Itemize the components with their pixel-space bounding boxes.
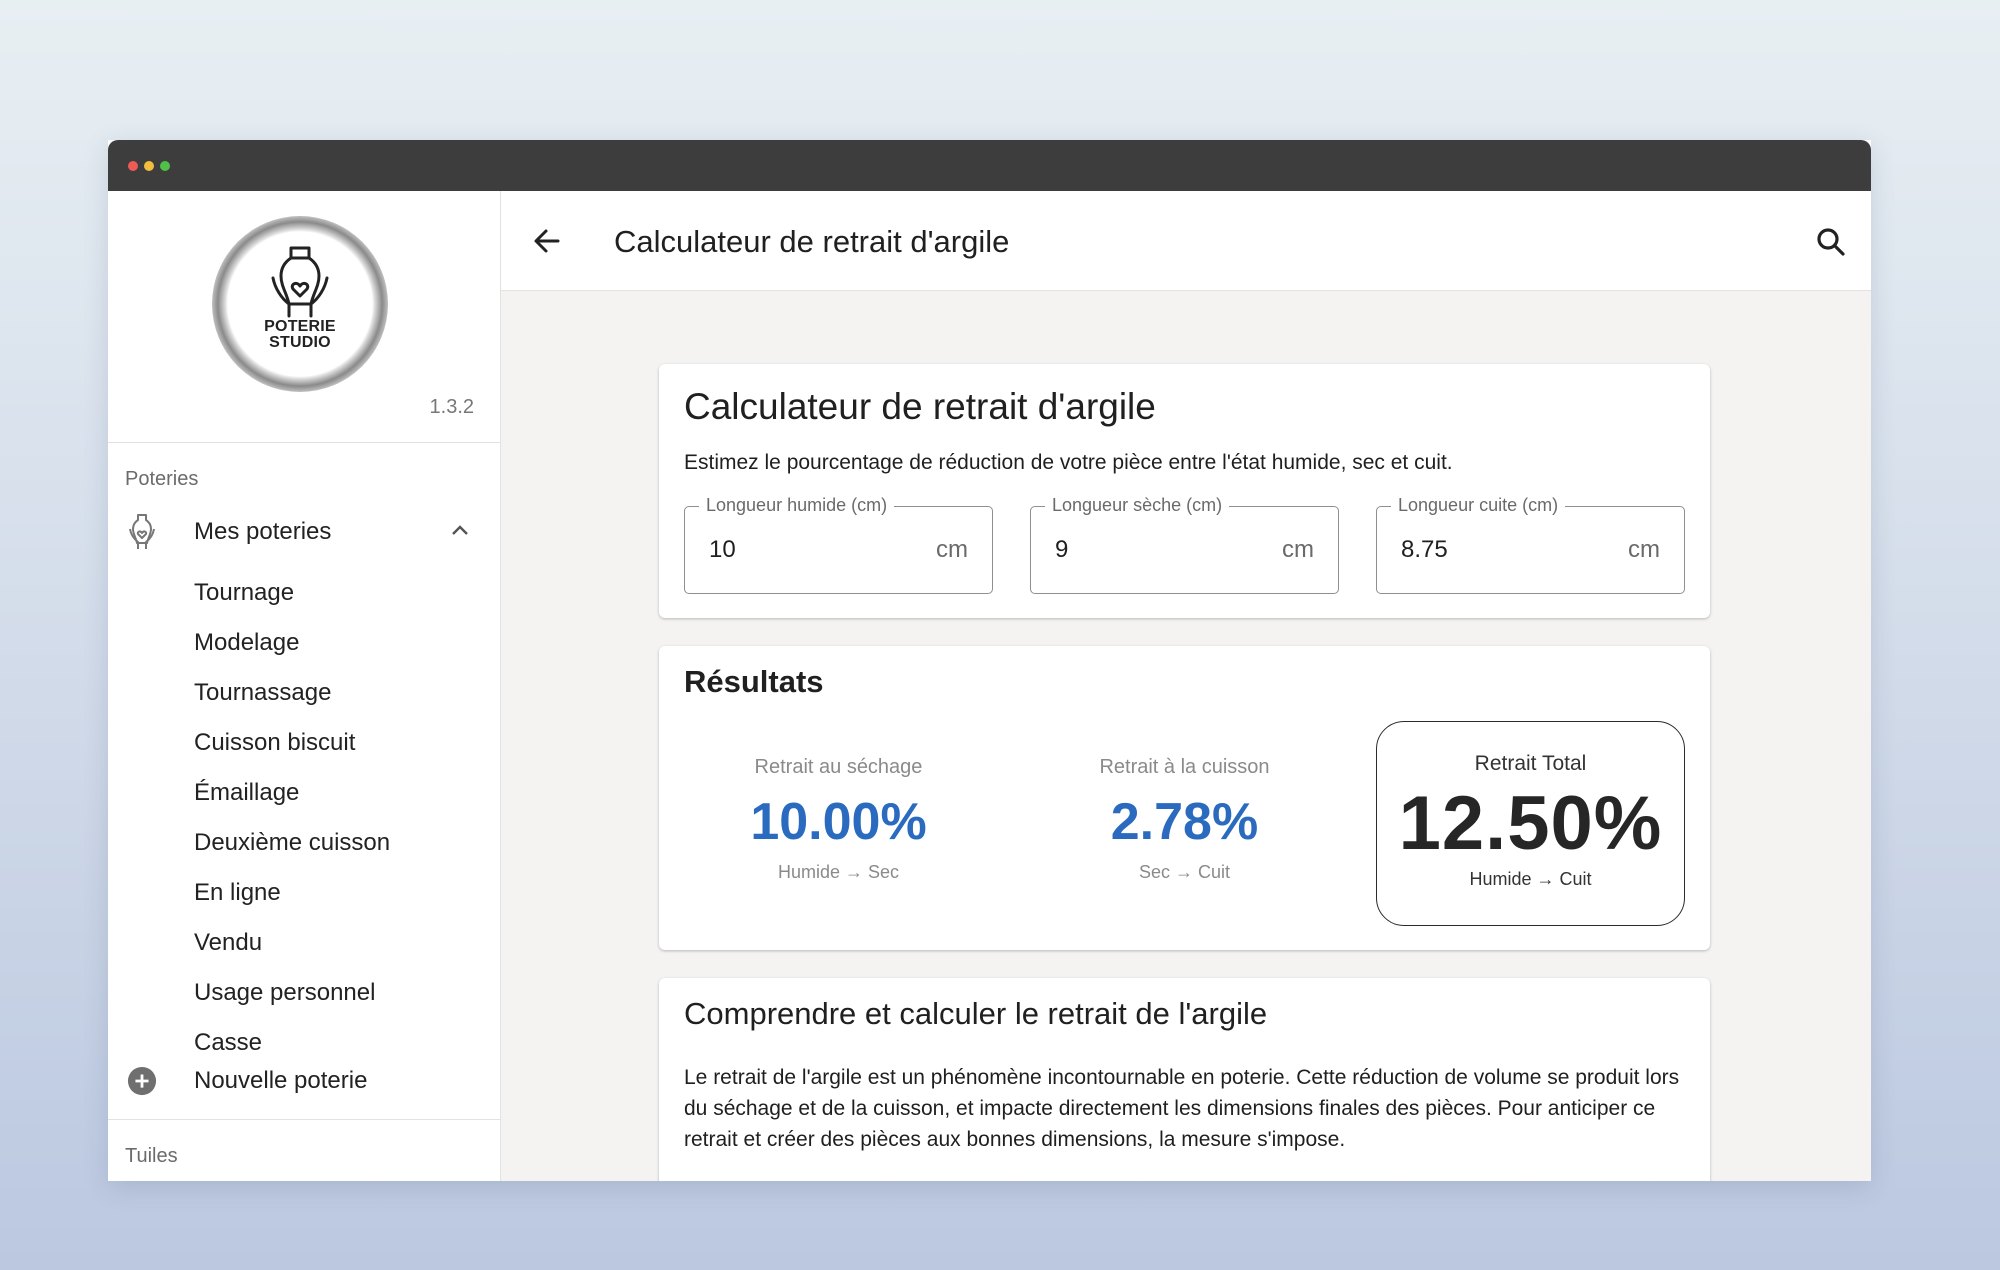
app-version: 1.3.2 xyxy=(429,396,474,418)
drying-label: Retrait au séchage xyxy=(754,756,923,778)
article-paragraph: Le retrait de l'argile est un phénomène … xyxy=(684,1066,1680,1151)
total-result: Retrait Total 12.50% Humide → Cuit xyxy=(1376,721,1685,926)
nav-item-en-ligne[interactable]: En ligne xyxy=(194,879,281,907)
nav-nouvelle-poterie-label: Nouvelle poterie xyxy=(194,1067,368,1094)
vase-icon xyxy=(127,512,157,552)
calculator-card: Calculateur de retrait d'argile Estimez … xyxy=(659,364,1710,618)
results-card: Résultats Retrait au séchage 10.00% Humi… xyxy=(659,646,1710,950)
section-label-tuiles: Tuiles xyxy=(125,1145,178,1167)
app-bar: Calculateur de retrait d'argile LL ★ xyxy=(501,191,1871,291)
poterie-studio-logo[interactable]: POTERIE STUDIO xyxy=(212,216,388,392)
dry-length-value: 9 xyxy=(1055,536,1069,563)
firing-value: 2.78% xyxy=(1110,793,1259,851)
results-title: Résultats xyxy=(684,664,824,699)
total-value: 12.50% xyxy=(1398,781,1663,866)
fired-length-unit: cm xyxy=(1628,536,1660,563)
nav-item-cuisson-biscuit[interactable]: Cuisson biscuit xyxy=(194,729,355,757)
nav-item-usage-personnel[interactable]: Usage personnel xyxy=(194,979,375,1007)
calculator-title: Calculateur de retrait d'argile xyxy=(684,386,1156,427)
nav-item-tournage[interactable]: Tournage xyxy=(194,579,294,607)
total-sub: Humide → Cuit xyxy=(1469,869,1592,889)
vase-hands-icon xyxy=(271,246,329,318)
nav-item-emaillage[interactable]: Émaillage xyxy=(194,779,299,807)
drying-sub: Humide → Sec xyxy=(777,862,900,882)
wet-length-value: 10 xyxy=(709,536,736,563)
wet-length-label: Longueur humide (cm) xyxy=(699,495,895,516)
logo-area: POTERIE STUDIO 1.3.2 xyxy=(108,191,500,443)
nav-item-modelage[interactable]: Modelage xyxy=(194,629,299,657)
chevron-up-icon[interactable] xyxy=(450,523,470,542)
maximize-window-button[interactable] xyxy=(160,161,170,171)
dry-length-unit: cm xyxy=(1282,536,1314,563)
nav-item-vendu[interactable]: Vendu xyxy=(194,929,262,957)
article-card: Comprendre et calculer le retrait de l'a… xyxy=(659,978,1710,1181)
nav-mes-poteries-label: Mes poteries xyxy=(194,518,332,545)
dry-length-label: Longueur sèche (cm) xyxy=(1045,495,1230,516)
app-window: POTERIE STUDIO 1.3.2 Poteries Mes poteri… xyxy=(108,140,1871,1181)
sidebar: POTERIE STUDIO 1.3.2 Poteries Mes poteri… xyxy=(108,191,501,1181)
nav-item-tournassage[interactable]: Tournassage xyxy=(194,679,331,707)
firing-label: Retrait à la cuisson xyxy=(1099,756,1270,778)
fired-length-value: 8.75 xyxy=(1401,536,1448,563)
wet-length-unit: cm xyxy=(936,536,968,563)
nav-nouvelle-poterie[interactable]: Nouvelle poterie xyxy=(108,1057,500,1105)
logo-text: POTERIE STUDIO xyxy=(264,318,336,351)
window-titlebar xyxy=(108,140,1871,191)
nav-item-casse[interactable]: Casse xyxy=(194,1029,262,1057)
wet-length-field[interactable]: Longueur humide (cm) 10 cm xyxy=(684,495,993,594)
nav-item-deuxieme-cuisson[interactable]: Deuxième cuisson xyxy=(194,829,390,857)
main-content: Calculateur de retrait d'argile Estimez … xyxy=(501,291,1871,1181)
nav-mes-poteries[interactable]: Mes poteries xyxy=(108,508,500,556)
minimize-window-button[interactable] xyxy=(144,161,154,171)
drying-result: Retrait au séchage 10.00% Humide → Sec xyxy=(684,756,993,883)
add-circle-icon xyxy=(127,1061,157,1101)
fired-length-label: Longueur cuite (cm) xyxy=(1391,495,1566,516)
search-icon[interactable] xyxy=(1815,226,1847,263)
firing-sub: Sec → Cuit xyxy=(1138,862,1231,882)
dry-length-field[interactable]: Longueur sèche (cm) 9 cm xyxy=(1030,495,1339,594)
sidebar-divider xyxy=(108,1119,500,1120)
section-label-poteries: Poteries xyxy=(125,468,199,490)
close-window-button[interactable] xyxy=(128,161,138,171)
firing-result: Retrait à la cuisson 2.78% Sec → Cuit xyxy=(1030,756,1339,883)
fired-length-field[interactable]: Longueur cuite (cm) 8.75 cm xyxy=(1376,495,1685,594)
article-title: Comprendre et calculer le retrait de l'a… xyxy=(684,996,1268,1031)
page-title: Calculateur de retrait d'argile xyxy=(614,224,1010,259)
drying-value: 10.00% xyxy=(750,793,927,851)
calculator-description: Estimez le pourcentage de réduction de v… xyxy=(684,451,1453,474)
back-arrow-icon[interactable] xyxy=(531,225,563,262)
total-label: Retrait Total xyxy=(1474,752,1587,775)
